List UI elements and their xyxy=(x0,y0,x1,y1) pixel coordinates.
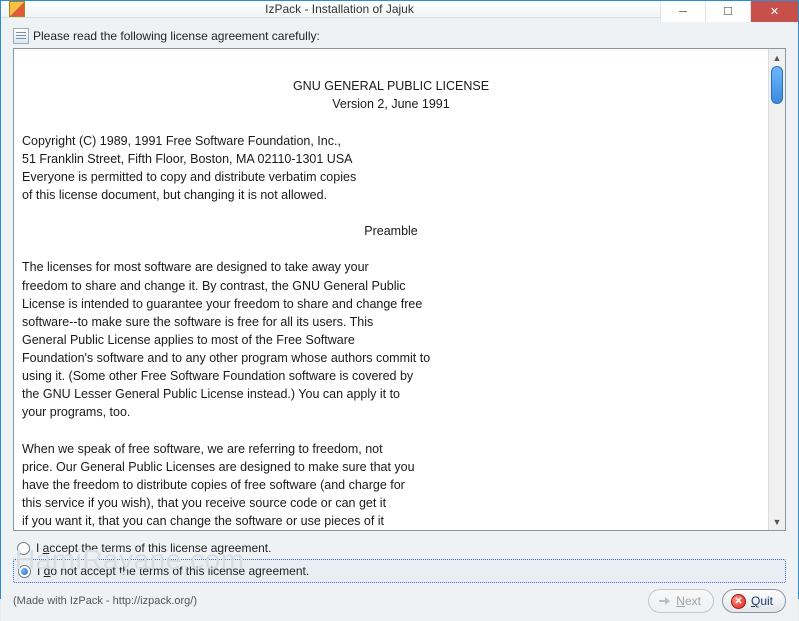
app-icon xyxy=(9,1,25,17)
reject-radio-row[interactable]: I do not accept the terms of this licens… xyxy=(13,559,786,583)
window-title: IzPack - Installation of Jajuk xyxy=(1,2,678,16)
installer-window: IzPack - Installation of Jajuk ─ ☐ ✕ Ple… xyxy=(0,0,799,599)
made-with-label: (Made with IzPack - http://izpack.org/) xyxy=(13,595,197,607)
reject-radio-label: I do not accept the terms of this licens… xyxy=(37,564,309,578)
arrow-right-icon xyxy=(657,594,671,608)
footer-row: (Made with IzPack - http://izpack.org/) … xyxy=(13,589,786,613)
preamble-heading: Preamble xyxy=(22,222,760,240)
scrollbar-vertical[interactable]: ▲ ▼ xyxy=(768,49,785,530)
quit-button[interactable]: ✕ Quit xyxy=(722,589,786,613)
close-circle-icon: ✕ xyxy=(731,594,746,609)
wizard-buttons: Next ✕ Quit xyxy=(648,589,786,613)
license-version: Version 2, June 1991 xyxy=(22,95,760,113)
reject-radio[interactable] xyxy=(18,565,31,578)
titlebar[interactable]: IzPack - Installation of Jajuk ─ ☐ ✕ xyxy=(1,1,798,18)
next-button: Next xyxy=(648,589,714,613)
client-area: Please read the following license agreem… xyxy=(1,18,798,621)
instruction-label: Please read the following license agreem… xyxy=(33,29,320,43)
accept-radio-label: I accept the terms of this license agree… xyxy=(36,541,271,555)
scroll-down-button[interactable]: ▼ xyxy=(769,513,785,530)
scroll-thumb[interactable] xyxy=(771,66,783,104)
maximize-button[interactable]: ☐ xyxy=(705,1,750,22)
instruction-row: Please read the following license agreem… xyxy=(13,28,786,44)
document-icon xyxy=(13,28,29,44)
window-controls: ─ ☐ ✕ xyxy=(660,1,798,22)
preamble-p2: When we speak of free software, we are r… xyxy=(22,442,415,529)
instruction-text: Please read the following license agreem… xyxy=(33,29,320,43)
license-copyright: Copyright (C) 1989, 1991 Free Software F… xyxy=(22,134,356,202)
minimize-button[interactable]: ─ xyxy=(660,1,705,22)
scroll-up-button[interactable]: ▲ xyxy=(769,49,785,66)
accept-radio-row[interactable]: I accept the terms of this license agree… xyxy=(13,537,786,559)
next-button-label: Next xyxy=(676,594,701,608)
close-button[interactable]: ✕ xyxy=(750,1,798,22)
accept-radio[interactable] xyxy=(17,542,30,555)
license-title: GNU GENERAL PUBLIC LICENSE xyxy=(22,77,760,95)
quit-button-label: Quit xyxy=(751,594,773,608)
license-text-frame: GNU GENERAL PUBLIC LICENSEVersion 2, Jun… xyxy=(13,48,786,531)
license-radio-group: I accept the terms of this license agree… xyxy=(13,537,786,583)
preamble-p1: The licenses for most software are desig… xyxy=(22,260,430,419)
license-text[interactable]: GNU GENERAL PUBLIC LICENSEVersion 2, Jun… xyxy=(14,49,768,530)
